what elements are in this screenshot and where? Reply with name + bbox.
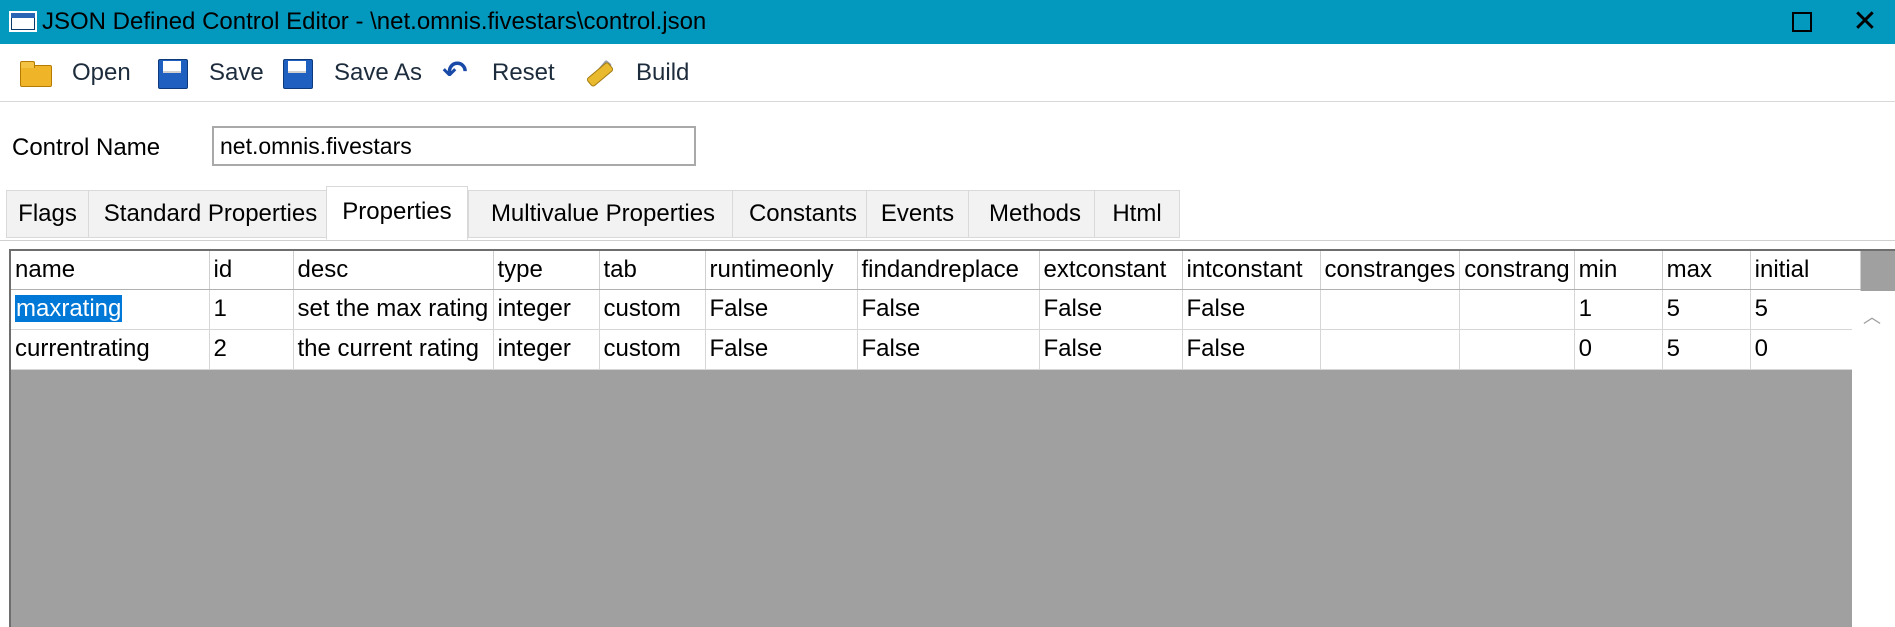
control-name-input[interactable] bbox=[212, 126, 696, 166]
window-title: JSON Defined Control Editor - \net.omnis… bbox=[42, 8, 707, 35]
table-cell[interactable]: custom bbox=[599, 289, 706, 330]
close-button[interactable]: ✕ bbox=[1835, 0, 1895, 44]
table-cell[interactable]: False bbox=[857, 329, 1040, 370]
build-label: Build bbox=[636, 59, 690, 86]
build-button[interactable]: Build bbox=[582, 54, 689, 92]
table-cell[interactable]: False bbox=[1182, 289, 1321, 330]
maximize-icon bbox=[1792, 12, 1812, 32]
table-cell[interactable]: False bbox=[1039, 289, 1183, 330]
scroll-up-icon[interactable]: ︿ bbox=[1863, 303, 1881, 329]
vertical-scrollbar[interactable] bbox=[1852, 291, 1895, 627]
tab-html[interactable]: Html bbox=[1094, 190, 1180, 238]
open-label: Open bbox=[72, 59, 131, 86]
table-row[interactable]: maxrating 1 set the max rating integer c… bbox=[11, 289, 1861, 330]
undo-arrow-icon: ↶ bbox=[442, 56, 468, 89]
table-cell[interactable] bbox=[1320, 329, 1461, 370]
reset-button[interactable]: ↶ Reset bbox=[438, 54, 555, 92]
column-header[interactable]: name bbox=[11, 251, 210, 290]
table-cell[interactable]: 2 bbox=[209, 329, 294, 370]
title-bar: JSON Defined Control Editor - \net.omnis… bbox=[0, 0, 1895, 44]
column-header[interactable]: max bbox=[1662, 251, 1751, 290]
table-cell[interactable]: 0 bbox=[1750, 329, 1861, 370]
tab-properties[interactable]: Properties bbox=[326, 186, 468, 240]
table-cell[interactable]: 5 bbox=[1662, 289, 1751, 330]
column-header[interactable]: runtimeonly bbox=[705, 251, 858, 290]
tab-multivalue-properties[interactable]: Multivalue Properties bbox=[468, 190, 738, 238]
column-header[interactable]: min bbox=[1574, 251, 1663, 290]
table-cell[interactable] bbox=[1459, 329, 1575, 370]
table-cell[interactable]: currentrating bbox=[11, 329, 210, 370]
window-icon bbox=[9, 11, 37, 32]
table-cell[interactable]: False bbox=[857, 289, 1040, 330]
tools-icon bbox=[582, 57, 616, 89]
table-cell[interactable]: 1 bbox=[209, 289, 294, 330]
table-cell[interactable] bbox=[1320, 289, 1461, 330]
table-cell[interactable]: 0 bbox=[1574, 329, 1663, 370]
tab-divider bbox=[0, 240, 1895, 241]
tab-strip: Flags Standard Properties Properties Mul… bbox=[6, 186, 1895, 240]
tab-events[interactable]: Events bbox=[866, 190, 969, 238]
floppy-disk-icon bbox=[280, 57, 314, 89]
save-label: Save bbox=[209, 59, 264, 86]
table-cell[interactable]: integer bbox=[493, 289, 600, 330]
table-cell[interactable]: False bbox=[705, 289, 858, 330]
save-as-label: Save As bbox=[334, 59, 423, 86]
table-cell[interactable]: 1 bbox=[1574, 289, 1663, 330]
tab-standard-properties[interactable]: Standard Properties bbox=[88, 190, 333, 238]
table-cell[interactable]: the current rating bbox=[293, 329, 494, 370]
table-cell[interactable]: set the max rating bbox=[293, 289, 494, 330]
table-cell[interactable]: 5 bbox=[1750, 289, 1861, 330]
reset-label: Reset bbox=[492, 59, 555, 86]
toolbar: Open Save Save As ↶ Reset Build bbox=[0, 44, 1895, 102]
column-header[interactable]: findandreplace bbox=[857, 251, 1040, 290]
tab-constants[interactable]: Constants bbox=[732, 190, 874, 238]
control-name-label: Control Name bbox=[12, 134, 161, 161]
column-header[interactable]: id bbox=[209, 251, 294, 290]
properties-table: name id desc type tab runtimeonly findan… bbox=[11, 251, 1861, 370]
column-header[interactable]: type bbox=[493, 251, 600, 290]
tab-flags[interactable]: Flags bbox=[6, 190, 89, 238]
folder-open-icon bbox=[18, 57, 52, 89]
floppy-disk-icon bbox=[155, 57, 189, 89]
column-header[interactable]: initial bbox=[1750, 251, 1861, 290]
column-header[interactable]: desc bbox=[293, 251, 494, 290]
selected-cell-text: maxrating bbox=[15, 295, 123, 322]
maximize-button[interactable] bbox=[1772, 0, 1832, 44]
column-header[interactable]: intconstant bbox=[1182, 251, 1321, 290]
properties-grid[interactable]: name id desc type tab runtimeonly findan… bbox=[9, 249, 1895, 627]
open-button[interactable]: Open bbox=[18, 54, 131, 92]
column-header[interactable]: extconstant bbox=[1039, 251, 1183, 290]
table-cell[interactable]: maxrating bbox=[11, 289, 210, 330]
tab-methods[interactable]: Methods bbox=[968, 190, 1102, 238]
column-header[interactable]: tab bbox=[599, 251, 706, 290]
save-button[interactable]: Save bbox=[155, 54, 264, 92]
table-cell[interactable]: False bbox=[1039, 329, 1183, 370]
column-header[interactable]: constrang bbox=[1459, 251, 1575, 290]
table-cell[interactable]: False bbox=[1182, 329, 1321, 370]
table-row[interactable]: currentrating 2 the current rating integ… bbox=[11, 329, 1861, 370]
table-cell[interactable] bbox=[1459, 289, 1575, 330]
table-header-row: name id desc type tab runtimeonly findan… bbox=[11, 251, 1861, 290]
column-header[interactable]: constranges bbox=[1320, 251, 1461, 290]
table-cell[interactable]: integer bbox=[493, 329, 600, 370]
save-as-button[interactable]: Save As bbox=[280, 54, 422, 92]
table-cell[interactable]: 5 bbox=[1662, 329, 1751, 370]
table-cell[interactable]: False bbox=[705, 329, 858, 370]
table-cell[interactable]: custom bbox=[599, 329, 706, 370]
